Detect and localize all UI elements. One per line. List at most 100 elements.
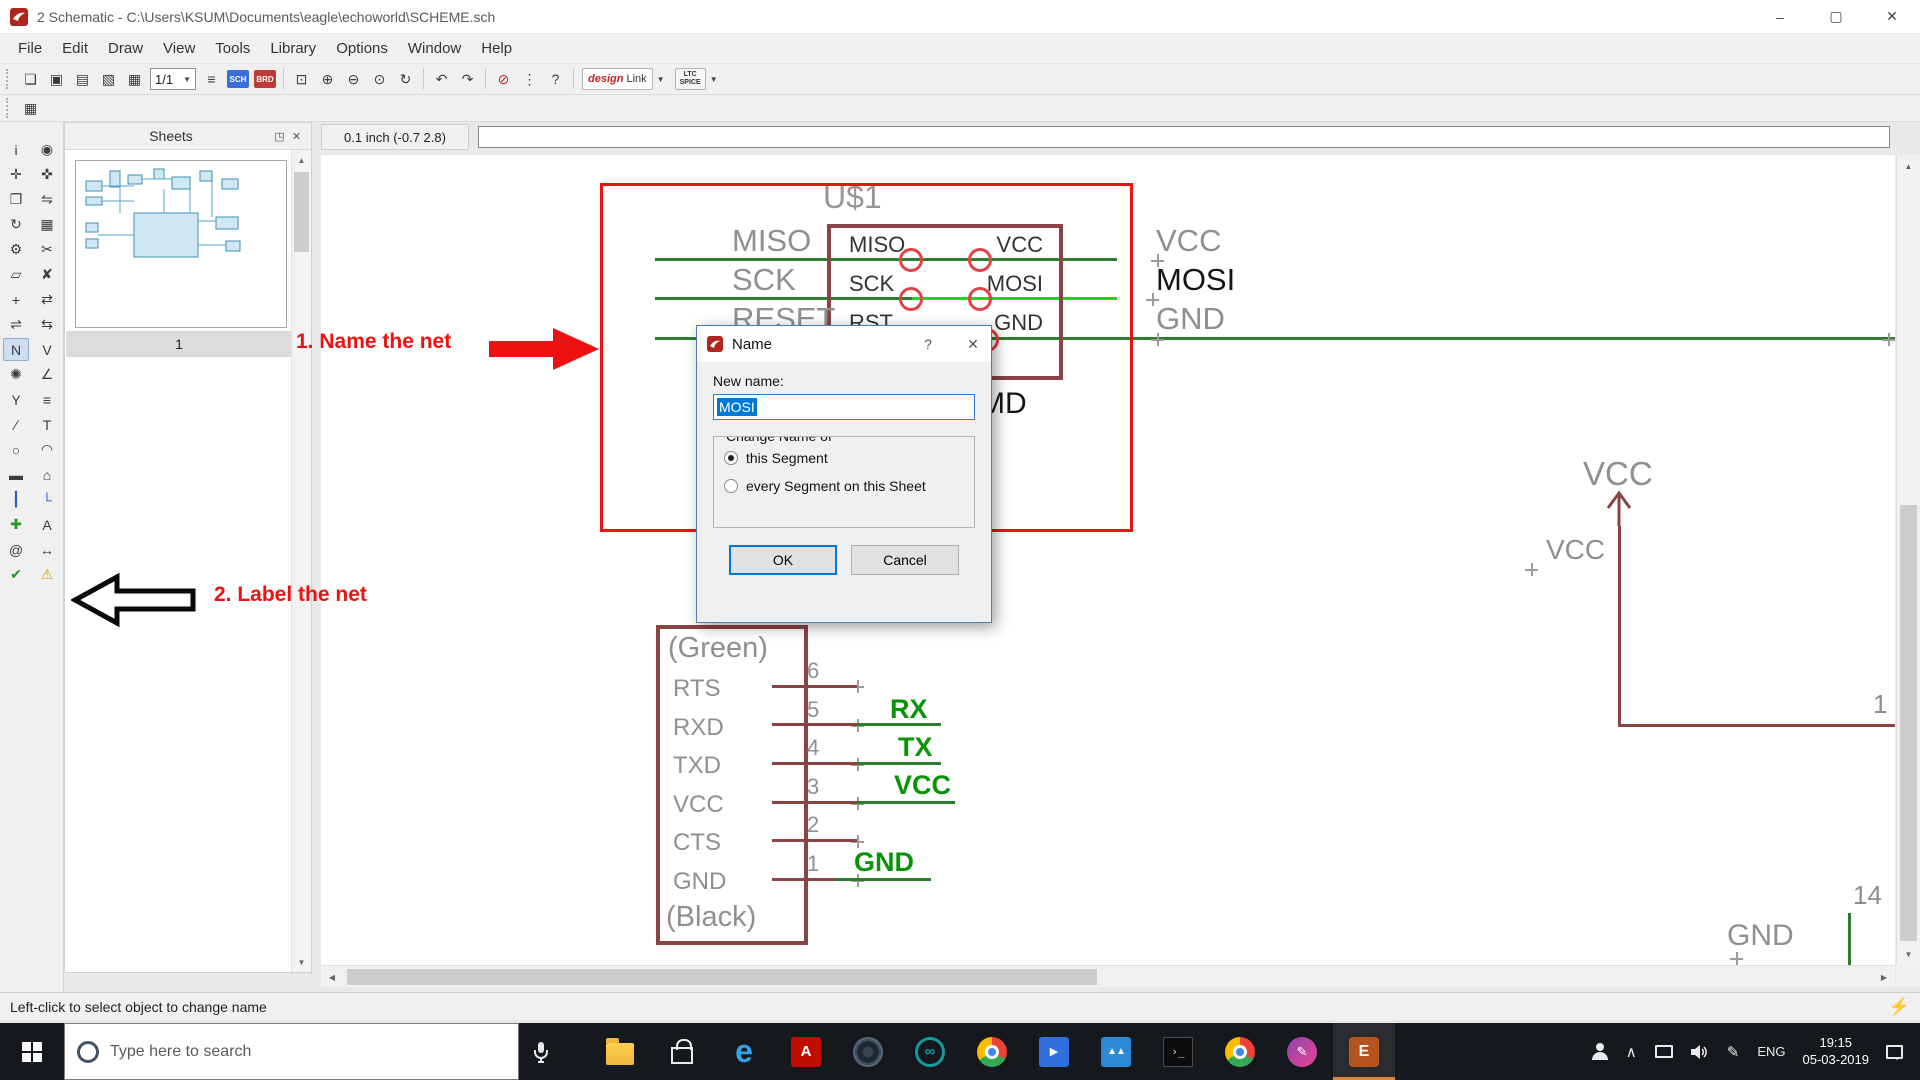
tool-smash[interactable]: ✺ xyxy=(3,363,29,386)
tool-rotate[interactable]: ↻ xyxy=(3,213,29,236)
taskbar-arduino[interactable]: ∞ xyxy=(899,1023,961,1080)
menu-tools[interactable]: Tools xyxy=(205,35,260,62)
tool-delete[interactable]: ✘ xyxy=(34,263,60,286)
show-hidden-icons-chevron[interactable]: ∧ xyxy=(1617,1023,1646,1080)
net-wire-right-bottom[interactable] xyxy=(1848,913,1851,965)
sheet-selector[interactable]: 1/1 ▼ xyxy=(150,68,196,90)
schematic-canvas[interactable]: U$1 MISO SCK RST VCC MOSI GND MISO SCK RESET V… xyxy=(321,155,1895,965)
scroll-up-icon[interactable]: ▲ xyxy=(1897,155,1920,177)
minimize-button[interactable]: – xyxy=(1752,0,1808,33)
scroll-left-icon[interactable]: ◀ xyxy=(321,966,343,988)
taskbar-edge[interactable]: e xyxy=(713,1023,775,1080)
tool-replace[interactable]: ⇌ xyxy=(3,313,29,336)
tool-add[interactable]: + xyxy=(3,288,29,311)
grid-toggle-button[interactable]: ▦ xyxy=(18,96,43,121)
redo-button[interactable]: ↷ xyxy=(455,67,480,92)
net-label-tx[interactable]: TX xyxy=(898,732,933,763)
canvas-horizontal-scrollbar[interactable]: ◀ ▶ xyxy=(321,965,1895,987)
scroll-right-icon[interactable]: ▶ xyxy=(1873,966,1895,988)
tool-label[interactable]: A xyxy=(34,513,60,536)
help-button[interactable]: ? xyxy=(543,67,568,92)
grid-settings-button[interactable]: ▦ xyxy=(122,67,147,92)
tool-cut[interactable]: ✂ xyxy=(34,238,60,261)
tool-paste[interactable]: ▱ xyxy=(3,263,29,286)
taskbar-browser[interactable] xyxy=(1209,1023,1271,1080)
net-wire-gnd[interactable] xyxy=(836,878,931,881)
dialog-close-button[interactable]: ✕ xyxy=(955,326,991,362)
scroll-down-icon[interactable]: ▼ xyxy=(1897,943,1920,965)
tool-polygon[interactable]: ⌂ xyxy=(34,463,60,486)
zoom-redraw-button[interactable]: ↻ xyxy=(393,67,418,92)
pin-name[interactable]: VCC xyxy=(673,786,726,825)
tool-rect[interactable]: ▬ xyxy=(3,463,29,486)
taskbar-camera-app[interactable] xyxy=(837,1023,899,1080)
tool-change[interactable]: ⚙ xyxy=(3,238,29,261)
connector-bottom-label[interactable]: (Black) xyxy=(666,901,756,934)
undo-button[interactable]: ↶ xyxy=(429,67,454,92)
ltspice-dropdown[interactable]: ▼ xyxy=(706,68,722,90)
taskbar-clock[interactable]: 19:15 05-03-2019 xyxy=(1795,1035,1878,1069)
microphone-icon[interactable] xyxy=(519,1023,563,1080)
display-icon[interactable] xyxy=(1646,1023,1682,1080)
trace-button[interactable]: ⋮ xyxy=(517,67,542,92)
tool-name[interactable]: N xyxy=(3,338,29,361)
sheets-scrollbar[interactable]: ▲ ▼ xyxy=(291,150,311,972)
tool-value[interactable]: V xyxy=(34,338,60,361)
export-image-button[interactable]: ▧ xyxy=(96,67,121,92)
taskbar-movies[interactable]: ▶ xyxy=(1023,1023,1085,1080)
taskbar-photos[interactable]: ▲▲ xyxy=(1085,1023,1147,1080)
tool-attribute[interactable]: @ xyxy=(3,538,29,561)
ok-button[interactable]: OK xyxy=(729,545,837,575)
tool-bus[interactable]: ┃ xyxy=(3,488,29,511)
scroll-up-icon[interactable]: ▲ xyxy=(292,150,311,170)
board-button[interactable]: BRD xyxy=(254,70,276,88)
tool-mark[interactable]: ✛ xyxy=(3,163,29,186)
menu-options[interactable]: Options xyxy=(326,35,398,62)
language-indicator[interactable]: ENG xyxy=(1748,1023,1794,1080)
tool-group[interactable]: ▦ xyxy=(34,213,60,236)
scrollbar-thumb[interactable] xyxy=(1900,505,1917,941)
tool-text[interactable]: T xyxy=(34,413,60,436)
menu-draw[interactable]: Draw xyxy=(98,35,153,62)
dialog-help-button[interactable]: ? xyxy=(910,326,946,362)
zoom-fit-button[interactable]: ⊡ xyxy=(289,67,314,92)
cancel-button[interactable]: Cancel xyxy=(851,545,959,575)
taskbar-cmd[interactable]: ›_ xyxy=(1147,1023,1209,1080)
volume-icon[interactable] xyxy=(1682,1023,1718,1080)
taskbar-adobe-reader[interactable]: A xyxy=(775,1023,837,1080)
menu-help[interactable]: Help xyxy=(471,35,522,62)
print-button[interactable]: ▤ xyxy=(70,67,95,92)
pin-name[interactable]: CTS xyxy=(673,824,726,863)
radio-every-segment[interactable]: every Segment on this Sheet xyxy=(724,478,964,494)
tool-copy[interactable]: ❐ xyxy=(3,188,29,211)
taskbar-chrome[interactable] xyxy=(961,1023,1023,1080)
tool-pinswap[interactable]: ⇄ xyxy=(34,288,60,311)
pin-name[interactable]: GND xyxy=(673,863,726,902)
tool-junction[interactable]: ✚ xyxy=(3,513,29,536)
radio-this-segment[interactable]: this Segment xyxy=(724,450,964,466)
stop-button[interactable]: ⊘ xyxy=(491,67,516,92)
tool-miter[interactable]: ∠ xyxy=(34,363,60,386)
tool-errors[interactable]: ⚠ xyxy=(34,563,60,586)
schematic-button[interactable]: SCH xyxy=(227,70,249,88)
gnd-pin-label[interactable]: GND xyxy=(1727,919,1794,953)
tool-circle[interactable]: ○ xyxy=(3,438,29,461)
tool-net[interactable]: └ xyxy=(34,488,60,511)
close-button[interactable]: ✕ xyxy=(1864,0,1920,33)
tool-info[interactable]: i xyxy=(3,138,29,161)
connector-top-label[interactable]: (Green) xyxy=(668,632,768,665)
action-center-icon[interactable] xyxy=(1877,1023,1912,1080)
people-icon[interactable] xyxy=(1583,1023,1617,1080)
zoom-select-button[interactable]: ⊙ xyxy=(367,67,392,92)
net-label-rx[interactable]: RX xyxy=(890,694,928,725)
taskbar-store[interactable] xyxy=(651,1023,713,1080)
tool-invoke[interactable]: ≡ xyxy=(34,388,60,411)
menu-library[interactable]: Library xyxy=(260,35,326,62)
menu-file[interactable]: File xyxy=(8,35,52,62)
menu-view[interactable]: View xyxy=(153,35,205,62)
tool-move[interactable]: ✜ xyxy=(34,163,60,186)
taskbar-search[interactable] xyxy=(64,1023,519,1080)
net-label[interactable]: MOSI xyxy=(1156,260,1235,299)
zoom-out-button[interactable]: ⊖ xyxy=(341,67,366,92)
open-button[interactable]: ❏ xyxy=(18,67,43,92)
